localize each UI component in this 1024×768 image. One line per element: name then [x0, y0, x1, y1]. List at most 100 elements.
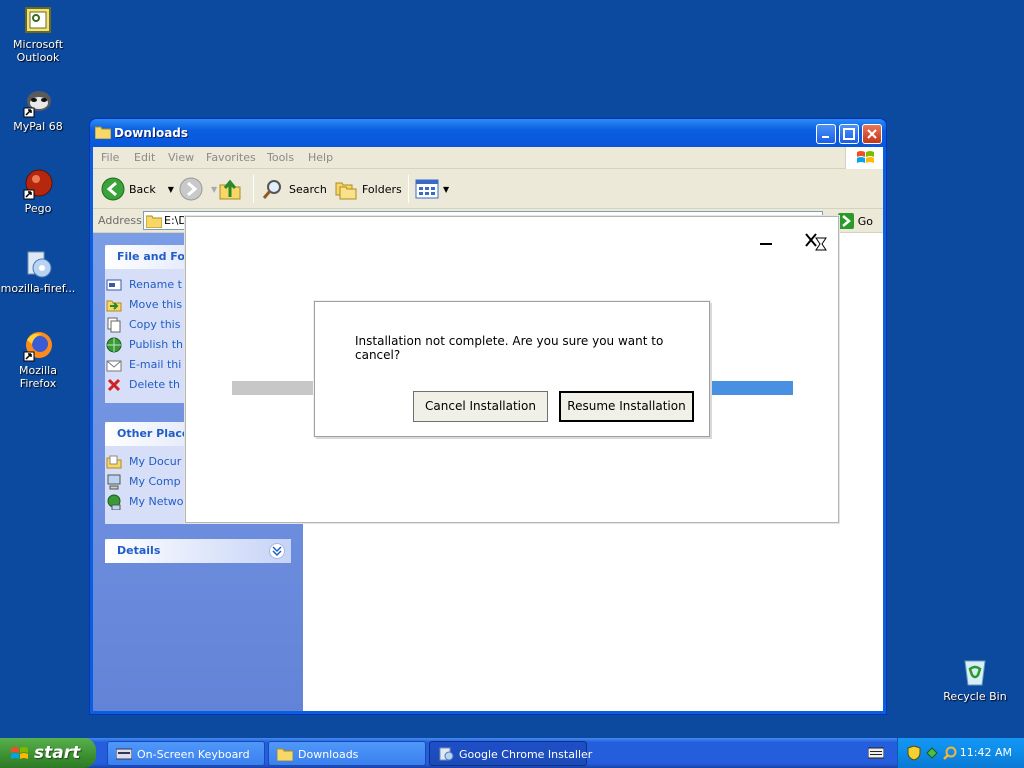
language-keyboard-icon[interactable] [868, 746, 884, 760]
expand-chevron-icon[interactable] [269, 543, 285, 559]
title-bar[interactable]: Downloads [90, 119, 886, 147]
network-places-icon [107, 494, 121, 510]
keyboard-icon [116, 748, 132, 760]
folders-label: Folders [362, 182, 402, 196]
desktop-icon-outlook[interactable]: Microsoft Outlook [0, 4, 76, 64]
go-button[interactable]: Go [837, 213, 873, 229]
search-magnifier-icon[interactable] [942, 745, 958, 761]
move-folder-icon [106, 300, 122, 312]
windows-logo-icon [857, 151, 874, 163]
task-label: Rename t [129, 278, 182, 291]
menu-file[interactable]: File [101, 151, 119, 164]
desktop-icon-label: Mozilla Firefox [19, 364, 57, 390]
task-label: E-mail thi [129, 358, 182, 371]
desktop-icon-recycle-bin[interactable]: Recycle Bin [938, 655, 1012, 703]
search-icon [262, 180, 281, 199]
back-dropdown-icon[interactable]: ▼ [168, 185, 174, 194]
minimize-icon [822, 136, 829, 138]
installer-package-icon [27, 251, 52, 278]
mypal-raccoon-icon [23, 91, 51, 118]
views-button[interactable]: ▼ [415, 176, 449, 202]
outlook-icon [25, 7, 51, 33]
back-arrow-icon [101, 177, 125, 201]
task-label: Copy this [129, 318, 181, 331]
dialog-message: Installation not complete. Are you sure … [355, 334, 664, 362]
menu-tools[interactable]: Tools [267, 151, 294, 164]
folders-button[interactable]: Folders [334, 176, 402, 202]
folder-icon [146, 215, 162, 228]
menu-bar: File Edit View Favorites Tools Help [93, 147, 883, 169]
views-grid-icon [415, 179, 439, 199]
window-title: Downloads [114, 126, 189, 140]
globe-icon [106, 337, 122, 353]
system-tray: 11:42 AM [897, 738, 1024, 768]
place-label: My Docur [129, 455, 182, 468]
recycle-bin-label: Recycle Bin [943, 690, 1007, 703]
cancel-installation-button[interactable]: Cancel Installation [413, 391, 548, 422]
place-label: My Netwo [129, 495, 184, 508]
minimize-button[interactable] [816, 124, 836, 144]
standard-toolbar: Back ▼ ▼ Search Folders ▼ [93, 169, 883, 209]
taskbar-item-label: Google Chrome Installer [459, 748, 593, 761]
cancel-confirm-dialog: Installation not complete. Are you sure … [314, 301, 710, 437]
address-label: Address [98, 214, 142, 227]
taskbar-item-label: Downloads [298, 748, 359, 761]
taskbar-item-chrome-installer[interactable]: Google Chrome Installer [429, 741, 592, 766]
my-computer-icon [107, 474, 121, 490]
folder-icon [277, 748, 293, 761]
close-icon [867, 129, 877, 139]
menu-favorites[interactable]: Favorites [206, 151, 256, 164]
toolbar-separator [253, 175, 254, 203]
desktop-icon-firefox[interactable]: Mozilla Firefox [0, 330, 76, 390]
up-folder-button[interactable] [218, 176, 242, 202]
start-button[interactable]: start [0, 738, 96, 768]
desktop-icon-firefox-installer[interactable]: mozilla-firef... [0, 248, 76, 295]
rename-icon [106, 279, 122, 291]
taskbar-item-label: On-Screen Keyboard [137, 748, 250, 761]
my-documents-icon [106, 455, 122, 469]
task-label: Publish th [129, 338, 183, 351]
taskbar-item-downloads[interactable]: Downloads [268, 741, 426, 766]
forward-dropdown-icon: ▼ [211, 184, 218, 194]
pego-icon [23, 169, 53, 200]
menu-help[interactable]: Help [308, 151, 333, 164]
menu-view[interactable]: View [168, 151, 194, 164]
go-label: Go [857, 214, 873, 228]
email-icon [106, 360, 122, 372]
folder-icon [95, 126, 111, 139]
menu-edit[interactable]: Edit [134, 151, 155, 164]
desktop-icon-label: Microsoft [12, 38, 64, 51]
task-label: Delete th [129, 378, 180, 391]
installer-icon [439, 747, 454, 761]
chevron-down-icon [272, 546, 282, 557]
delete-x-icon [107, 378, 121, 392]
close-button[interactable] [862, 124, 882, 144]
taskbar-item-on-screen-keyboard[interactable]: On-Screen Keyboard [107, 741, 265, 766]
back-button[interactable]: Back ▼ [101, 176, 174, 202]
taskbar: start On-Screen Keyboard Downloads Googl… [0, 738, 1024, 768]
clock[interactable]: 11:42 AM [960, 746, 1012, 759]
desktop-icon-pego[interactable]: Pego [0, 168, 76, 215]
copy-icon [107, 317, 121, 333]
task-label: Move this [129, 298, 183, 311]
resume-installation-button[interactable]: Resume Installation [559, 391, 694, 422]
desktop-icon-mypal[interactable]: MyPal 68 [0, 86, 76, 133]
security-shield-icon[interactable] [906, 745, 922, 761]
installer-close-icon[interactable] [804, 232, 828, 252]
start-label: start [34, 743, 81, 763]
network-status-icon[interactable] [924, 745, 940, 761]
maximize-button[interactable] [839, 124, 859, 144]
folders-icon [335, 182, 357, 200]
windows-flag-logo [845, 147, 883, 169]
address-value: E:\D [164, 214, 187, 227]
forward-button[interactable]: ▼ [179, 176, 217, 202]
firefox-icon [23, 332, 52, 362]
place-label: My Comp [129, 475, 181, 488]
search-label: Search [289, 182, 327, 196]
desktop-icon-label: Outlook [16, 51, 60, 64]
search-button[interactable]: Search [261, 176, 327, 202]
toolbar-separator [408, 175, 409, 203]
panel-header[interactable]: Details [105, 539, 291, 563]
go-arrow-icon [837, 213, 854, 229]
installer-minimize-button[interactable] [760, 243, 772, 245]
